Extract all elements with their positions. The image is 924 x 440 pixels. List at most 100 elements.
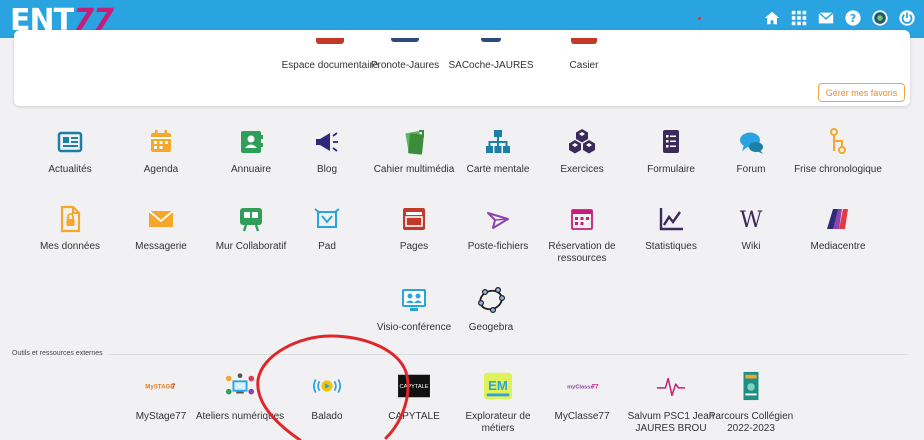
video-conference-icon <box>402 289 426 311</box>
explorateur-logo-icon: EM <box>480 370 516 402</box>
contact-book-icon <box>241 131 263 153</box>
app-blog[interactable]: Blog <box>279 127 375 176</box>
app-actualites[interactable]: Actualités <box>22 127 118 176</box>
favorite-sacoche[interactable]: SACoche-JAURES <box>441 60 541 71</box>
app-label: Messagerie <box>135 241 187 252</box>
calendar-grid-icon <box>571 209 593 230</box>
favorite-icon-partial <box>571 38 597 44</box>
ext-label: Explorateur de métiers <box>465 411 531 434</box>
app-pages[interactable]: Pages <box>366 204 462 253</box>
ext-balado[interactable]: Balado <box>279 370 375 423</box>
ext-parcours-collegien[interactable]: Parcours Collégien 2022-2023 <box>703 370 799 435</box>
app-label: Geogebra <box>468 322 514 333</box>
ext-capytale[interactable]: CAPYTALE CAPYTALE <box>366 370 462 423</box>
app-label: Mediacentre <box>810 241 866 252</box>
ext-label: Ateliers numériques <box>195 411 285 422</box>
notebook-icon <box>405 130 424 155</box>
svg-text:77: 77 <box>592 384 599 391</box>
capytale-logo-icon: CAPYTALE <box>396 370 432 402</box>
app-agenda[interactable]: Agenda <box>113 127 209 176</box>
board-icon <box>240 208 262 232</box>
ext-explorateur-metiers[interactable]: EM Explorateur de métiers <box>450 370 546 435</box>
geogebra-icon <box>477 286 506 314</box>
section-divider <box>108 354 908 355</box>
paper-plane-icon <box>487 212 509 229</box>
app-label: Pad <box>318 241 336 252</box>
favorite-icon-partial <box>316 38 344 44</box>
app-label: Mes données <box>39 241 101 252</box>
mediacentre-icon <box>827 209 848 229</box>
app-forum[interactable]: Forum <box>703 127 799 176</box>
svg-text:myClasse: myClasse <box>567 385 594 391</box>
app-label: Forum <box>736 164 766 175</box>
profile-icon[interactable] <box>870 8 890 28</box>
app-frise-chronologique[interactable]: Frise chronologique <box>790 127 886 176</box>
balado-play-icon <box>309 370 345 402</box>
app-label: Poste-fichiers <box>467 241 529 252</box>
pulse-icon <box>653 370 689 402</box>
chat-bubbles-icon <box>740 132 763 154</box>
file-lock-icon <box>60 205 81 233</box>
capytale-logo-text: CAPYTALE <box>400 384 429 390</box>
ext-label: Parcours Collégien 2022-2023 <box>708 411 794 434</box>
app-geogebra[interactable]: Geogebra <box>443 285 539 334</box>
app-reservation-ressources[interactable]: Réservation de ressources <box>534 204 630 265</box>
svg-text:7: 7 <box>172 384 176 391</box>
app-label: Carte mentale <box>466 164 530 175</box>
app-label: Wiki <box>741 241 761 252</box>
workshop-icon <box>222 370 258 402</box>
ext-ateliers-numeriques[interactable]: Ateliers numériques <box>192 370 288 423</box>
app-label: Exercices <box>560 164 604 175</box>
wikipedia-icon: W <box>740 208 763 233</box>
apps-grid-icon[interactable] <box>789 8 809 28</box>
pad-icon <box>314 208 340 228</box>
app-label: Frise chronologique <box>794 164 882 175</box>
app-label: Blog <box>316 164 337 175</box>
app-carte-mentale[interactable]: Carte mentale <box>450 127 546 176</box>
external-section-label: Outils et ressources externes <box>12 350 103 357</box>
ext-label: CAPYTALE <box>388 411 440 422</box>
megaphone-icon <box>316 132 338 152</box>
cubes-icon <box>569 129 595 154</box>
app-cahier-multimedia[interactable]: Cahier multimédia <box>366 127 462 176</box>
favorites-panel: Espace documentaire Pronote-Jaures SACoc… <box>14 30 910 106</box>
favorite-icon-partial <box>391 38 419 42</box>
ext-label: Balado <box>311 411 343 422</box>
svg-text:MySTAGE: MySTAGE <box>145 384 174 391</box>
power-icon[interactable] <box>897 8 917 28</box>
timeline-icon <box>830 128 846 154</box>
app-label: Pages <box>399 241 429 252</box>
form-icon <box>663 130 679 153</box>
ext-label: MyClasse77 <box>554 411 610 422</box>
favorite-pronote[interactable]: Pronote-Jaures <box>355 60 455 71</box>
myclasse-logo-icon: myClasse 77 <box>564 370 600 402</box>
manage-favorites-button[interactable]: Gérer mes favoris <box>818 83 905 102</box>
chart-icon <box>659 208 683 231</box>
app-mediacentre[interactable]: Mediacentre <box>790 204 886 253</box>
book-cover-icon <box>733 370 769 402</box>
ext-myclasse77[interactable]: myClasse 77 MyClasse77 <box>534 370 630 423</box>
page-layout-icon <box>403 208 425 230</box>
app-pad[interactable]: Pad <box>279 204 375 253</box>
svg-text:EM: EM <box>488 378 508 393</box>
favorite-casier[interactable]: Casier <box>534 60 634 71</box>
app-label: Actualités <box>48 164 92 175</box>
app-label: Agenda <box>143 164 179 175</box>
app-label: Réservation de ressources <box>548 241 616 264</box>
app-wiki[interactable]: W Wiki <box>703 204 799 253</box>
svg-text:W: W <box>740 208 763 233</box>
help-icon[interactable]: ? <box>843 8 863 28</box>
envelope-icon <box>148 210 174 227</box>
mystage-logo-icon: MySTAGE 7 <box>143 370 179 402</box>
notification-dot <box>698 17 701 20</box>
favorite-icon-partial <box>481 38 501 42</box>
newspaper-icon <box>57 131 83 153</box>
app-mes-donnees[interactable]: Mes données <box>22 204 118 253</box>
sitemap-icon <box>486 130 510 153</box>
app-label: Cahier multimédia <box>373 164 455 175</box>
mail-icon[interactable] <box>816 8 836 28</box>
app-messagerie[interactable]: Messagerie <box>113 204 209 253</box>
home-icon[interactable] <box>762 8 782 28</box>
app-exercices[interactable]: Exercices <box>534 127 630 176</box>
app-poste-fichiers[interactable]: Poste-fichiers <box>450 204 546 253</box>
